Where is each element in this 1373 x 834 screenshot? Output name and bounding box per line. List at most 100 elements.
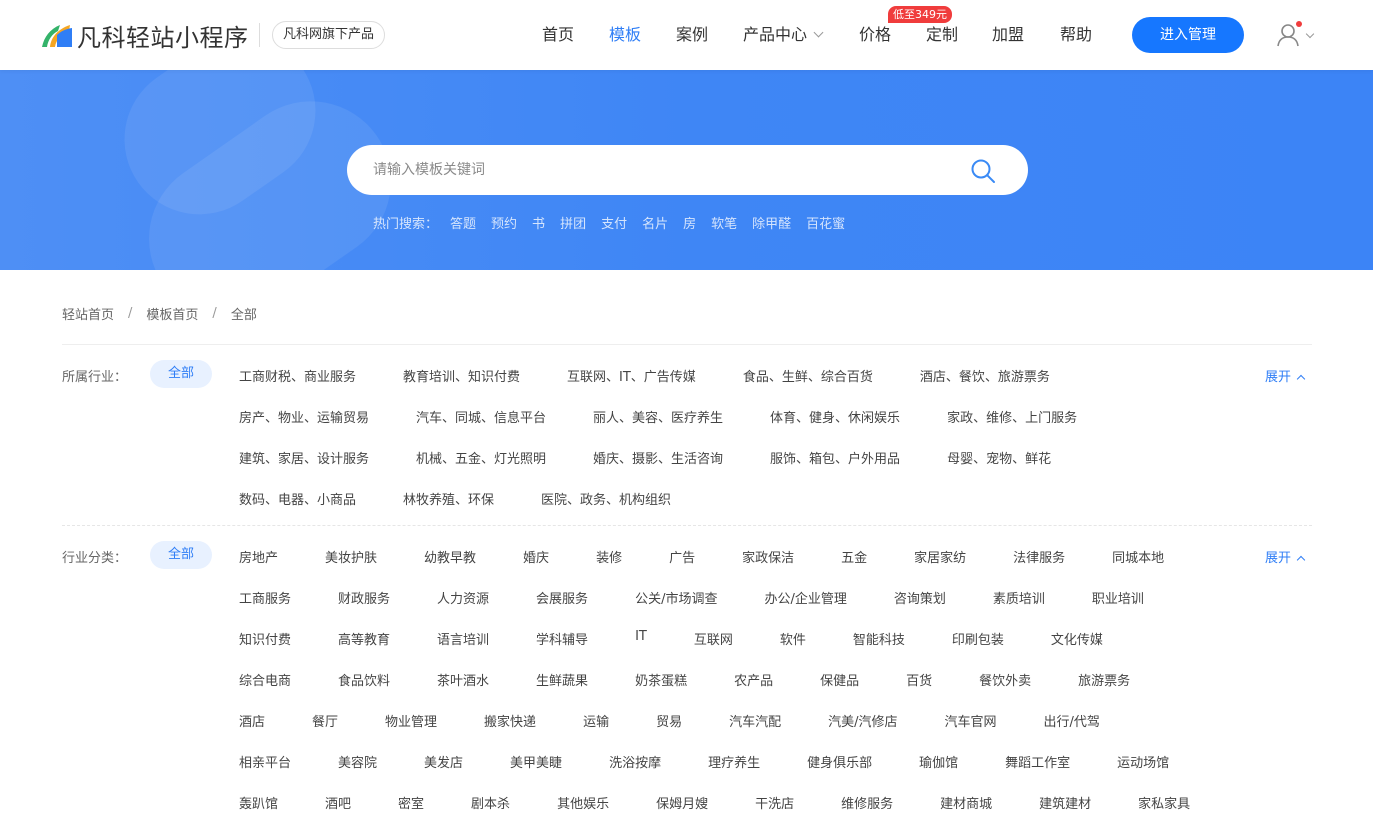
hot-search-term[interactable]: 房 — [683, 213, 696, 232]
category-option[interactable]: 公关/市场调查 — [635, 588, 717, 607]
industry-option[interactable]: 医院、政务、机构组织 — [541, 489, 671, 508]
hot-search-term[interactable]: 书 — [532, 213, 545, 232]
search-icon[interactable] — [970, 158, 996, 184]
industry-option[interactable]: 体育、健身、休闲娱乐 — [770, 407, 900, 426]
category-option[interactable]: 房地产 — [239, 547, 278, 566]
category-option[interactable]: 同城本地 — [1112, 547, 1164, 566]
enter-management-button[interactable]: 进入管理 — [1132, 17, 1244, 53]
category-option[interactable]: 贸易 — [656, 711, 682, 730]
category-option[interactable]: 法律服务 — [1013, 547, 1065, 566]
search-input[interactable] — [373, 145, 953, 195]
industry-option[interactable]: 家政、维修、上门服务 — [947, 407, 1077, 426]
category-option[interactable]: 文化传媒 — [1051, 629, 1103, 648]
industry-option[interactable]: 食品、生鲜、综合百货 — [743, 366, 873, 385]
category-option[interactable]: 密室 — [398, 793, 424, 812]
category-option[interactable]: 旅游票务 — [1078, 670, 1130, 689]
industry-option[interactable]: 丽人、美容、医疗养生 — [593, 407, 723, 426]
industry-expand-toggle[interactable]: 展开 — [1265, 366, 1306, 385]
category-option[interactable]: 学科辅导 — [536, 629, 588, 648]
category-option[interactable]: 五金 — [841, 547, 867, 566]
category-option[interactable]: 餐厅 — [312, 711, 338, 730]
industry-option[interactable]: 婚庆、摄影、生活咨询 — [593, 448, 723, 467]
category-option[interactable]: 家政保洁 — [742, 547, 794, 566]
category-option[interactable]: 互联网 — [694, 629, 733, 648]
hot-search-term[interactable]: 软笔 — [711, 213, 737, 232]
category-option[interactable]: 保姆月嫂 — [656, 793, 708, 812]
industry-option[interactable]: 房产、物业、运输贸易 — [239, 407, 369, 426]
industry-option[interactable]: 数码、电器、小商品 — [239, 489, 356, 508]
breadcrumb-item[interactable]: 模板首页 — [146, 304, 198, 323]
category-option[interactable]: 软件 — [780, 629, 806, 648]
category-option[interactable]: 建筑建材 — [1039, 793, 1091, 812]
industry-option[interactable]: 工商财税、商业服务 — [239, 366, 356, 385]
category-option[interactable]: 搬家快递 — [484, 711, 536, 730]
logo[interactable]: 凡科轻站小程序 — [40, 18, 249, 52]
category-option[interactable]: 舞蹈工作室 — [1005, 752, 1070, 771]
nav-pricing[interactable]: 价格 — [859, 24, 891, 46]
category-option[interactable]: 保健品 — [820, 670, 859, 689]
category-option[interactable]: 装修 — [596, 547, 622, 566]
hot-search-term[interactable]: 预约 — [491, 213, 517, 232]
category-option[interactable]: 干洗店 — [755, 793, 794, 812]
hot-search-term[interactable]: 答题 — [450, 213, 476, 232]
hot-search-term[interactable]: 除甲醛 — [752, 213, 791, 232]
category-option[interactable]: 建材商城 — [940, 793, 992, 812]
nav-home[interactable]: 首页 — [542, 24, 574, 46]
category-option[interactable]: 汽美/汽修店 — [828, 711, 897, 730]
category-option[interactable]: 百货 — [906, 670, 932, 689]
industry-option[interactable]: 互联网、IT、广告传媒 — [567, 366, 696, 385]
category-option[interactable]: 素质培训 — [993, 588, 1045, 607]
category-option[interactable]: 婚庆 — [523, 547, 549, 566]
industry-option[interactable]: 机械、五金、灯光照明 — [416, 448, 546, 467]
category-option[interactable]: 轰趴馆 — [239, 793, 278, 812]
category-option[interactable]: 职业培训 — [1092, 588, 1144, 607]
category-option[interactable]: 出行/代驾 — [1044, 711, 1100, 730]
category-option[interactable]: 会展服务 — [536, 588, 588, 607]
breadcrumb-item[interactable]: 轻站首页 — [62, 304, 114, 323]
category-option[interactable]: 美妆护肤 — [325, 547, 377, 566]
category-option[interactable]: 家居家纺 — [914, 547, 966, 566]
category-option[interactable]: 生鲜蔬果 — [536, 670, 588, 689]
industry-option[interactable]: 酒店、餐饮、旅游票务 — [920, 366, 1050, 385]
nav-templates[interactable]: 模板 — [609, 24, 641, 46]
category-option[interactable]: IT — [635, 629, 647, 648]
category-option[interactable]: 洗浴按摩 — [609, 752, 661, 771]
category-option[interactable]: 剧本杀 — [471, 793, 510, 812]
category-option[interactable]: 印刷包装 — [952, 629, 1004, 648]
industry-option[interactable]: 建筑、家居、设计服务 — [239, 448, 369, 467]
industry-option[interactable]: 教育培训、知识付费 — [403, 366, 520, 385]
category-option[interactable]: 酒店 — [239, 711, 265, 730]
industry-option[interactable]: 汽车、同城、信息平台 — [416, 407, 546, 426]
category-option[interactable]: 家私家具 — [1138, 793, 1190, 812]
category-option[interactable]: 运动场馆 — [1117, 752, 1169, 771]
category-option[interactable]: 咨询策划 — [894, 588, 946, 607]
nav-franchise[interactable]: 加盟 — [992, 24, 1024, 46]
nav-custom[interactable]: 定制 — [926, 24, 958, 46]
category-option[interactable]: 餐饮外卖 — [979, 670, 1031, 689]
category-all-button[interactable]: 全部 — [150, 541, 212, 569]
category-option[interactable]: 美甲美睫 — [510, 752, 562, 771]
category-option[interactable]: 食品饮料 — [338, 670, 390, 689]
category-option[interactable]: 瑜伽馆 — [919, 752, 958, 771]
category-option[interactable]: 奶茶蛋糕 — [635, 670, 687, 689]
industry-option[interactable]: 服饰、箱包、户外用品 — [770, 448, 900, 467]
category-option[interactable]: 相亲平台 — [239, 752, 291, 771]
hot-search-term[interactable]: 名片 — [642, 213, 668, 232]
nav-cases[interactable]: 案例 — [676, 24, 708, 46]
category-option[interactable]: 汽车汽配 — [729, 711, 781, 730]
category-option[interactable]: 人力资源 — [437, 588, 489, 607]
category-option[interactable]: 智能科技 — [853, 629, 905, 648]
industry-option[interactable]: 林牧养殖、环保 — [403, 489, 494, 508]
category-expand-toggle[interactable]: 展开 — [1265, 547, 1306, 566]
category-option[interactable]: 综合电商 — [239, 670, 291, 689]
hot-search-term[interactable]: 支付 — [601, 213, 627, 232]
category-option[interactable]: 语言培训 — [437, 629, 489, 648]
industry-all-button[interactable]: 全部 — [150, 360, 212, 388]
category-option[interactable]: 工商服务 — [239, 588, 291, 607]
category-option[interactable]: 美发店 — [424, 752, 463, 771]
hot-search-term[interactable]: 拼团 — [560, 213, 586, 232]
category-option[interactable]: 美容院 — [338, 752, 377, 771]
hot-search-term[interactable]: 百花蜜 — [806, 213, 845, 232]
category-option[interactable]: 幼教早教 — [424, 547, 476, 566]
category-option[interactable]: 财政服务 — [338, 588, 390, 607]
